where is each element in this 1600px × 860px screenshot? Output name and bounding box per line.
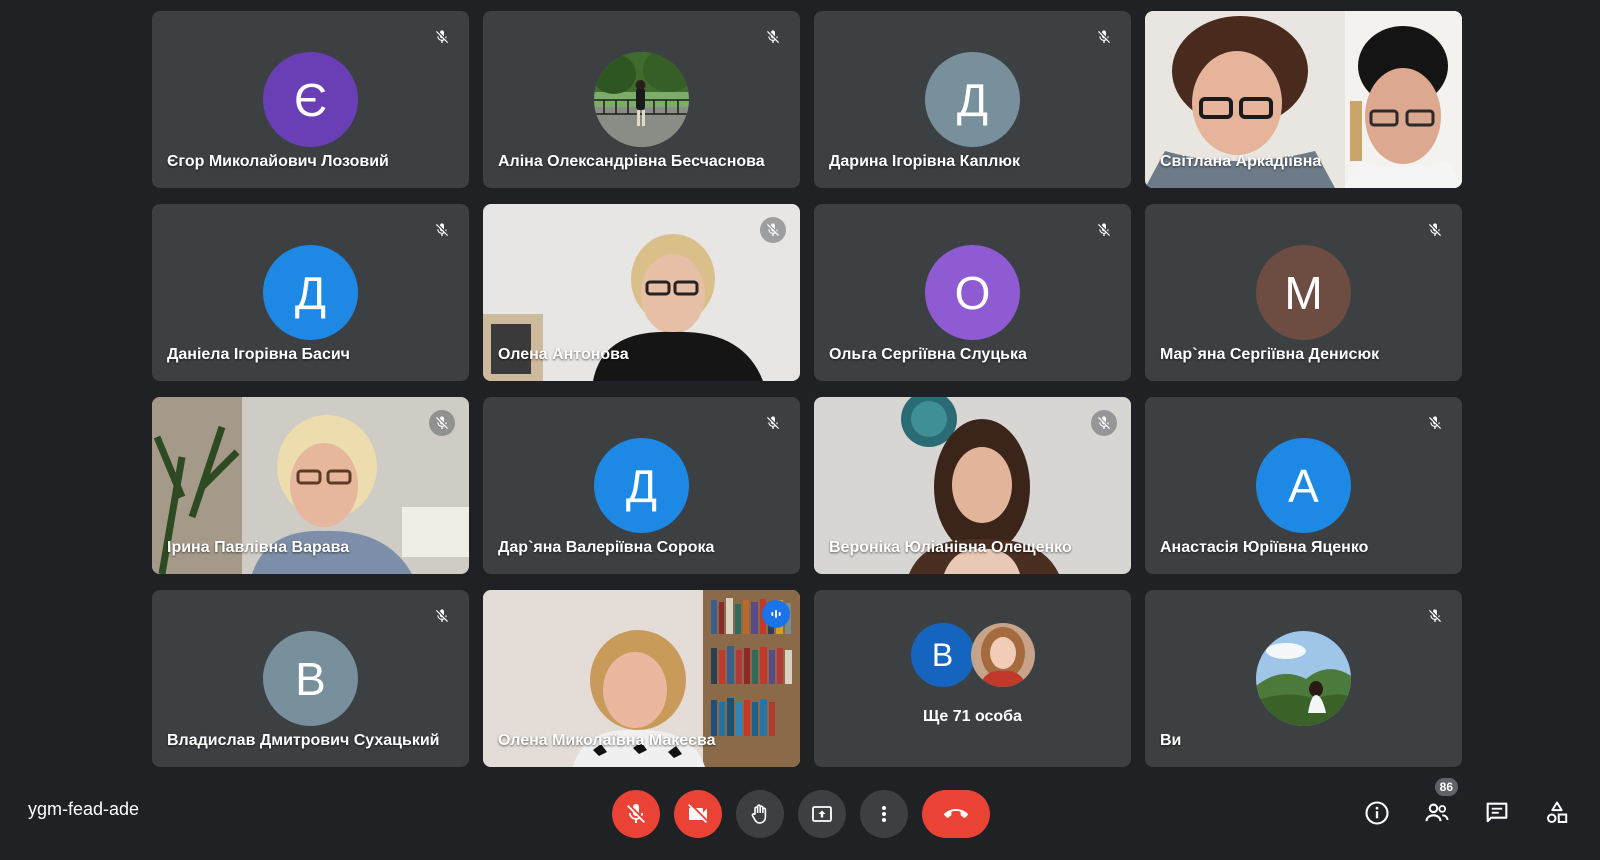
avatar: Д bbox=[594, 438, 689, 533]
present-screen-icon bbox=[812, 806, 832, 822]
more-participants-label: Ще 71 особа bbox=[923, 708, 1022, 725]
videocam-off-icon bbox=[688, 804, 707, 823]
more-participants-avatars: В bbox=[910, 623, 1035, 687]
meeting-code: ygm-fead-ade bbox=[28, 799, 140, 819]
participant-video-tile[interactable]: Вероніка Юліанівна Олещенко bbox=[814, 397, 1131, 574]
avatar: Д bbox=[925, 52, 1020, 147]
participant-tile[interactable]: Д Дар`яна Валеріївна Сорока bbox=[483, 397, 800, 574]
mic-off-icon bbox=[429, 24, 455, 50]
avatar-photo bbox=[1256, 631, 1351, 726]
participant-video-tile[interactable]: Олена Антонова bbox=[483, 204, 800, 381]
participant-name: Даніела Ігорівна Басич bbox=[167, 346, 350, 363]
avatar: В bbox=[910, 623, 975, 687]
activities-button[interactable] bbox=[1540, 796, 1574, 830]
participant-video-tile[interactable]: Ірина Павлівна Варава bbox=[152, 397, 469, 574]
activities-icon bbox=[1547, 801, 1568, 823]
avatar: М bbox=[1256, 245, 1351, 340]
participant-name: Єгор Миколайович Лозовий bbox=[167, 153, 389, 170]
present-screen-button[interactable] bbox=[798, 790, 846, 838]
participant-grid: Є Єгор Миколайович Лозовий Аліна Олексан… bbox=[152, 11, 1464, 767]
participant-name: Ви bbox=[1160, 732, 1182, 749]
mic-off-icon bbox=[760, 24, 786, 50]
participant-name: Вероніка Юліанівна Олещенко bbox=[829, 539, 1072, 556]
avatar: В bbox=[263, 631, 358, 726]
call-end-icon bbox=[944, 809, 968, 818]
side-panel-controls: 86 bbox=[1360, 778, 1574, 830]
more-options-button[interactable] bbox=[860, 790, 908, 838]
avatar: Є bbox=[263, 52, 358, 147]
avatar: О bbox=[925, 245, 1020, 340]
participant-tile[interactable]: А Анастасія Юріївна Яценко bbox=[1145, 397, 1462, 574]
call-controls bbox=[612, 790, 990, 838]
participant-name: Владислав Дмитрович Сухацький bbox=[167, 732, 440, 749]
people-button[interactable]: 86 bbox=[1420, 778, 1458, 830]
participant-name: Світлана Аркадіївна bbox=[1160, 153, 1322, 170]
participant-tile[interactable]: Аліна Олександрівна Бесчаснова bbox=[483, 11, 800, 188]
mic-off-icon bbox=[1091, 410, 1117, 436]
mic-off-icon bbox=[760, 410, 786, 436]
leave-call-button[interactable] bbox=[922, 790, 990, 838]
participant-tile[interactable]: Д Дарина Ігорівна Каплюк bbox=[814, 11, 1131, 188]
mic-off-icon bbox=[429, 217, 455, 243]
participant-video-tile[interactable]: Світлана Аркадіївна bbox=[1145, 11, 1462, 188]
mic-off-icon bbox=[1091, 217, 1117, 243]
avatar: Д bbox=[263, 245, 358, 340]
participant-tile[interactable]: В Владислав Дмитрович Сухацький bbox=[152, 590, 469, 767]
participant-name: Анастасія Юріївна Яценко bbox=[1160, 539, 1369, 556]
chat-icon bbox=[1486, 802, 1508, 823]
mic-off-icon bbox=[1422, 603, 1448, 629]
hand-icon bbox=[751, 804, 767, 824]
more-participants-tile[interactable]: В Ще 71 особа bbox=[814, 590, 1131, 767]
mic-off-icon bbox=[429, 410, 455, 436]
avatar: А bbox=[1256, 438, 1351, 533]
participant-tile[interactable]: М Мар`яна Сергіївна Денисюк bbox=[1145, 204, 1462, 381]
participant-tile[interactable]: О Ольга Сергіївна Слуцька bbox=[814, 204, 1131, 381]
participant-name: Олена Антонова bbox=[498, 346, 629, 363]
participant-tile[interactable]: Д Даніела Ігорівна Басич bbox=[152, 204, 469, 381]
chat-button[interactable] bbox=[1480, 796, 1514, 830]
mic-off-icon bbox=[1091, 24, 1117, 50]
participant-name: Дарина Ігорівна Каплюк bbox=[829, 153, 1021, 170]
participant-name: Олена Миколаївна Макеєва bbox=[498, 732, 716, 749]
mic-toggle-button[interactable] bbox=[612, 790, 660, 838]
raise-hand-button[interactable] bbox=[736, 790, 784, 838]
mic-off-icon bbox=[760, 217, 786, 243]
mic-off-icon bbox=[1422, 217, 1448, 243]
participants-count-badge: 86 bbox=[1434, 778, 1458, 796]
participant-video-tile-active-speaker[interactable]: Олена Миколаївна Макеєва bbox=[483, 590, 800, 767]
participant-name: Дар`яна Валеріївна Сорока bbox=[498, 539, 715, 556]
avatar-photo bbox=[970, 623, 1035, 687]
more-vert-icon bbox=[882, 806, 886, 822]
participant-tile[interactable]: Є Єгор Миколайович Лозовий bbox=[152, 11, 469, 188]
participant-name: Ірина Павлівна Варава bbox=[167, 539, 350, 556]
people-icon bbox=[1425, 803, 1449, 822]
camera-toggle-button[interactable] bbox=[674, 790, 722, 838]
meeting-details-button[interactable] bbox=[1360, 796, 1394, 830]
avatar-photo bbox=[594, 52, 689, 147]
mic-off-icon bbox=[627, 804, 645, 823]
speaking-indicator-icon bbox=[762, 600, 790, 628]
participant-name: Ольга Сергіївна Слуцька bbox=[829, 346, 1027, 363]
mic-off-icon bbox=[1422, 410, 1448, 436]
participant-name: Аліна Олександрівна Бесчаснова bbox=[498, 153, 765, 170]
participant-name: Мар`яна Сергіївна Денисюк bbox=[1160, 346, 1380, 363]
mic-off-icon bbox=[429, 603, 455, 629]
info-icon bbox=[1365, 801, 1389, 825]
self-tile[interactable]: Ви bbox=[1145, 590, 1462, 767]
